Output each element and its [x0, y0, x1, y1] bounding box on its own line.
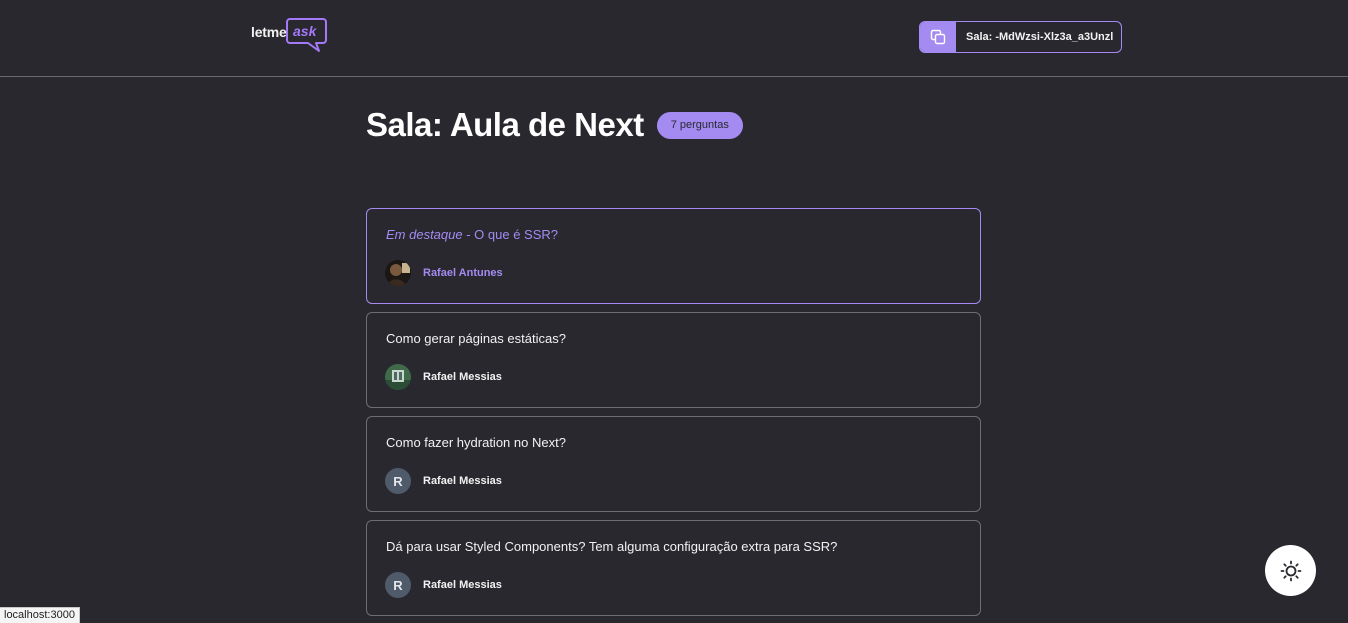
avatar-photo-icon [385, 364, 411, 390]
highlight-label: Em destaque [386, 227, 463, 242]
author-name: Rafael Messias [423, 579, 502, 591]
question-card-highlighted[interactable]: Em destaque - O que é SSR? Rafael Antune… [366, 208, 981, 304]
question-content: O que é SSR? [474, 227, 558, 242]
copy-room-code-button[interactable]: Sala: -MdWzsi-Xlz3a_a3Unzl [919, 21, 1122, 53]
avatar [385, 364, 411, 390]
logo-text-letme: letme [251, 24, 287, 40]
question-text: Dá para usar Styled Components? Tem algu… [386, 539, 838, 554]
question-card[interactable]: Como fazer hydration no Next? R Rafael M… [366, 416, 981, 512]
logo-text-ask: ask [293, 23, 317, 39]
question-card[interactable]: Dá para usar Styled Components? Tem algu… [366, 520, 981, 616]
room-title-row: Sala: Aula de Next 7 perguntas [366, 106, 743, 144]
question-text: Como gerar páginas estáticas? [386, 331, 566, 346]
question-author: R Rafael Messias [385, 572, 502, 598]
app-header: letme ask Sala: -MdWzsi-Xlz3a_a3Unzl [0, 0, 1348, 77]
question-list: Em destaque - O que é SSR? Rafael Antune… [366, 208, 981, 623]
page-title: Sala: Aula de Next [366, 106, 644, 143]
question-count-badge: 7 perguntas [656, 111, 743, 139]
question-author: R Rafael Messias [385, 468, 502, 494]
question-text: Em destaque - O que é SSR? [386, 227, 961, 243]
avatar-photo-icon [385, 260, 411, 286]
copy-icon-box [920, 22, 956, 52]
browser-status-bar: localhost:3000 [0, 607, 80, 623]
copy-icon [930, 29, 946, 45]
avatar: R [385, 572, 411, 598]
theme-toggle-button[interactable] [1265, 545, 1316, 596]
question-author: Rafael Messias [385, 364, 502, 390]
author-name: Rafael Antunes [423, 267, 503, 279]
room-code-label: Sala: -MdWzsi-Xlz3a_a3Unzl [966, 31, 1114, 43]
author-name: Rafael Messias [423, 475, 502, 487]
question-author: Rafael Antunes [385, 260, 503, 286]
question-card[interactable]: Como gerar páginas estáticas? Rafael Mes… [366, 312, 981, 408]
avatar: R [385, 468, 411, 494]
sun-icon [1280, 560, 1301, 581]
author-name: Rafael Messias [423, 371, 502, 383]
separator: - [462, 227, 475, 242]
question-text: Como fazer hydration no Next? [386, 435, 566, 450]
letmeask-logo[interactable]: letme ask [251, 17, 327, 55]
avatar [385, 260, 411, 286]
